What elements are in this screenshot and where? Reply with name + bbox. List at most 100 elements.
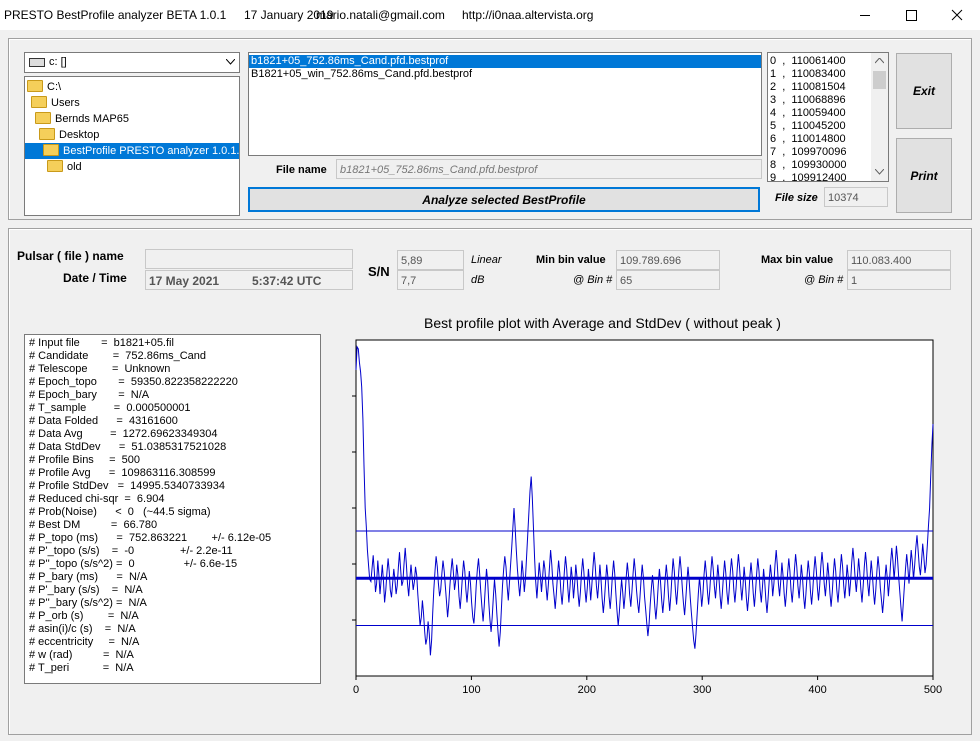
bin-list-item[interactable]: 4 , 110059400: [768, 107, 870, 120]
maximize-icon: [906, 10, 917, 21]
maximize-button[interactable]: [888, 0, 934, 30]
max-bin-index: 1: [847, 270, 951, 290]
folder-icon: [35, 112, 51, 125]
file-list-item[interactable]: B1821+05_win_752.86ms_Cand.pfd.bestprof: [249, 68, 761, 81]
bin-list-item[interactable]: 9 , 109912400: [768, 172, 870, 181]
folder-icon: [31, 96, 47, 109]
bin-list-item[interactable]: 5 , 110045200: [768, 120, 870, 133]
drive-select[interactable]: c: []: [24, 52, 240, 73]
bin-list-item[interactable]: 2 , 110081504: [768, 81, 870, 94]
min-bin-at-label: @ Bin #: [573, 274, 613, 286]
x-tick-label: 400: [808, 684, 826, 696]
scroll-thumb[interactable]: [873, 71, 886, 89]
info-line: # P_topo (ms) = 752.863221 +/- 6.12e-05: [29, 532, 272, 544]
info-line: # Reduced chi-sqr = 6.904: [29, 493, 165, 505]
file-list[interactable]: b1821+05_752.86ms_Cand.pfd.bestprof B1821…: [248, 52, 762, 156]
info-line: # Telescope = Unknown: [29, 363, 171, 375]
bin-value-list[interactable]: 0 , 110061400 1 , 110083400 2 , 110081504 3…: [767, 52, 889, 182]
exit-button[interactable]: Exit: [896, 53, 952, 129]
profile-chart: 0 100 200 300 400 500: [352, 339, 942, 696]
info-line: # T_peri = N/A: [29, 662, 134, 674]
x-tick-label: 500: [924, 684, 942, 696]
sn-linear-field: 5,89: [397, 250, 464, 270]
bin-list-scrollbar[interactable]: [871, 53, 888, 181]
bin-list-item[interactable]: 1 , 110083400: [768, 68, 870, 81]
drive-select-value: c: []: [49, 56, 67, 68]
bin-list-item[interactable]: 3 , 110068896: [768, 94, 870, 107]
file-list-item[interactable]: b1821+05_752.86ms_Cand.pfd.bestprof: [249, 55, 761, 68]
folder-item[interactable]: Bernds MAP65: [25, 111, 129, 127]
folder-item[interactable]: old: [25, 159, 82, 175]
minimize-icon: [860, 15, 870, 16]
datetime-field: 17 May 2021 5:37:42 UTC: [145, 270, 353, 290]
folder-tree[interactable]: C:\ Users Bernds MAP65 Desktop BestProfile P…: [24, 76, 240, 216]
bin-list-item[interactable]: 0 , 110061400: [768, 55, 870, 68]
info-line: # Profile StdDev = 14995.5340733934: [29, 480, 226, 492]
folder-icon: [39, 128, 55, 141]
title-bar: PRESTO BestProfile analyzer BETA 1.0.1 1…: [0, 0, 980, 30]
folder-label: Desktop: [59, 129, 100, 141]
file-name-field[interactable]: b1821+05_752.86ms_Cand.pfd.bestprof: [336, 159, 762, 179]
scroll-up-icon: [875, 58, 884, 64]
close-button[interactable]: [934, 0, 980, 30]
x-tick-label: 300: [693, 684, 711, 696]
analyze-button[interactable]: Analyze selected BestProfile: [248, 187, 760, 212]
min-bin-index: 65: [616, 270, 720, 290]
chevron-down-icon: [226, 59, 235, 65]
info-line: # Data StdDev = 51.0385317521028: [29, 441, 227, 453]
bin-list-item[interactable]: 6 , 110014800: [768, 133, 870, 146]
folder-item[interactable]: Users: [25, 95, 80, 111]
scroll-down-icon: [875, 169, 884, 175]
info-line: # P_orb (s) = N/A: [29, 610, 139, 622]
folder-item[interactable]: C:\: [25, 79, 61, 95]
sn-db-field: 7,7: [397, 270, 464, 290]
close-icon: [951, 9, 963, 21]
folder-icon: [43, 144, 59, 157]
info-line: # Profile Bins = 500: [29, 454, 140, 466]
info-line: # P''_bary (s/s^2) = N/A: [29, 597, 147, 609]
info-line: # P'_bary (s/s) = N/A: [29, 584, 143, 596]
max-bin-label: Max bin value: [761, 254, 834, 266]
info-line: # asin(i)/c (s) = N/A: [29, 623, 136, 635]
folder-label: C:\: [47, 81, 62, 93]
date-value: 17 May 2021: [149, 274, 220, 288]
info-line: # T_sample = 0.000500001: [29, 402, 191, 414]
bin-list-item[interactable]: 7 , 109970096: [768, 146, 870, 159]
info-line: # Best DM = 66.780: [29, 519, 158, 531]
chart-title: Best profile plot with Average and StdDe…: [424, 315, 781, 331]
print-button[interactable]: Print: [896, 138, 952, 213]
app-title: PRESTO BestProfile analyzer BETA 1.0.1: [4, 8, 227, 22]
info-line: # Profile Avg = 109863116.308599: [29, 467, 216, 479]
max-bin-at-label: @ Bin #: [804, 274, 844, 286]
max-bin-value: 110.083.400: [847, 250, 951, 270]
info-line: # w (rad) = N/A: [29, 649, 134, 661]
info-line: # Epoch_topo = 59350.822358222220: [29, 376, 238, 388]
folder-item[interactable]: BestProfile PRESTO analyzer 1.0.1.e: [25, 143, 240, 159]
x-tick-label: 200: [578, 684, 596, 696]
author-url: http://i0naa.altervista.org: [462, 8, 594, 22]
sn-linear-label: Linear: [471, 254, 502, 266]
info-line: # Data Avg = 1272.69623349304: [29, 428, 218, 440]
file-size-label: File size: [775, 192, 818, 204]
folder-label: old: [67, 161, 82, 173]
info-line: # Data Folded = 43161600: [29, 415, 178, 427]
bin-list-item[interactable]: 8 , 109930000: [768, 159, 870, 172]
info-line: # eccentricity = N/A: [29, 636, 140, 648]
file-size-field: 10374: [824, 187, 888, 207]
x-tick-label: 0: [353, 684, 359, 696]
folder-item[interactable]: Desktop: [25, 127, 99, 143]
sn-label: S/N: [368, 264, 390, 279]
info-line: # Candidate = 752.86ms_Cand: [29, 350, 207, 362]
info-line: # P''_topo (s/s^2) = 0 +/- 6.6e-15: [29, 558, 238, 570]
folder-label: Bernds MAP65: [55, 113, 129, 125]
x-tick-label: 100: [462, 684, 480, 696]
pulsar-name-label: Pulsar ( file ) name: [17, 249, 124, 263]
pulsar-name-field: [145, 249, 353, 269]
folder-label: BestProfile PRESTO analyzer 1.0.1.e: [63, 145, 240, 157]
minimize-button[interactable]: [842, 0, 888, 30]
sn-db-label: dB: [471, 274, 485, 286]
info-line: # Input file = b1821+05.fil: [29, 337, 174, 349]
author-email: mario.natali@gmail.com: [316, 8, 445, 22]
min-bin-label: Min bin value: [536, 254, 606, 266]
profile-info-box[interactable]: # Input file = b1821+05.fil # Candidate =…: [24, 334, 321, 684]
